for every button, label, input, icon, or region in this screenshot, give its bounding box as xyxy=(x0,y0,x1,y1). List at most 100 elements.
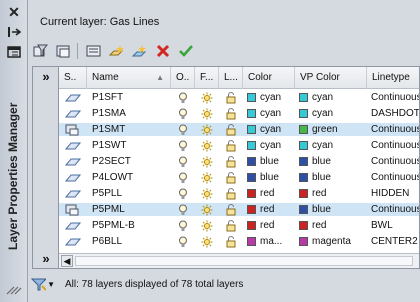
col-header-vp-color[interactable]: VP Color xyxy=(295,67,367,89)
bulb-on-icon[interactable] xyxy=(171,171,195,184)
layer-linetype[interactable]: DASHDOT xyxy=(367,107,419,120)
layer-row[interactable]: P1SMA cyan cyan DASHDOT xyxy=(59,107,419,120)
layer-color[interactable]: cyan xyxy=(243,107,295,120)
layer-row[interactable]: P5PML red blue Continuous xyxy=(59,203,419,216)
layer-row[interactable]: P1SMT cyan green Continuous xyxy=(59,123,419,136)
col-header-freeze[interactable]: F... xyxy=(195,67,219,89)
layer-name[interactable]: P1SMA xyxy=(87,107,171,120)
layer-name[interactable]: P4LOWT xyxy=(87,171,171,184)
layer-row[interactable]: P4LOWT blue blue Continuous xyxy=(59,171,419,184)
layer-row[interactable]: P1SFT cyan cyan Continuous xyxy=(59,91,419,104)
invert-filter-icon[interactable]: ▼ xyxy=(31,275,55,293)
layer-linetype[interactable]: Continuous xyxy=(367,139,419,152)
sun-thawed-icon[interactable] xyxy=(195,155,219,168)
unlocked-icon[interactable] xyxy=(219,171,243,184)
layer-color[interactable]: ma... xyxy=(243,235,295,248)
bulb-on-icon[interactable] xyxy=(171,107,195,120)
layer-name[interactable]: P6BLL xyxy=(87,235,171,248)
layer-color[interactable]: red xyxy=(243,187,295,200)
col-header-color[interactable]: Color xyxy=(243,67,295,89)
chevron-down-icon[interactable]: ▼ xyxy=(47,280,55,289)
sun-thawed-icon[interactable] xyxy=(195,91,219,104)
layer-linetype[interactable]: Continuous xyxy=(367,203,419,216)
layer-linetype[interactable]: HIDDEN xyxy=(367,187,419,200)
set-current-icon[interactable] xyxy=(176,41,196,61)
delete-layer-icon[interactable] xyxy=(153,41,173,61)
layer-row[interactable]: P5PLL red red HIDDEN xyxy=(59,187,419,200)
sun-thawed-icon[interactable] xyxy=(195,107,219,120)
palette-titlebar[interactable]: ✕ Layer Properties Manager xyxy=(0,0,28,302)
unlocked-icon[interactable] xyxy=(219,187,243,200)
sun-thawed-icon[interactable] xyxy=(195,187,219,200)
sun-thawed-icon[interactable] xyxy=(195,123,219,136)
layer-linetype[interactable]: CENTER2 xyxy=(367,235,419,248)
close-icon[interactable]: ✕ xyxy=(5,4,23,20)
layer-linetype[interactable]: Continuous xyxy=(367,123,419,136)
scroll-thumb[interactable] xyxy=(75,256,413,266)
autohide-icon[interactable] xyxy=(5,24,23,40)
layer-color[interactable]: red xyxy=(243,219,295,232)
unlocked-icon[interactable] xyxy=(219,91,243,104)
sun-thawed-icon[interactable] xyxy=(195,235,219,248)
layer-vp-color[interactable]: red xyxy=(295,219,367,232)
unlocked-icon[interactable] xyxy=(219,139,243,152)
layer-name[interactable]: P1SFT xyxy=(87,91,171,104)
layer-name[interactable]: P5PML xyxy=(87,203,171,216)
scroll-left-icon[interactable]: ◀ xyxy=(61,255,73,267)
sun-thawed-icon[interactable] xyxy=(195,203,219,216)
layer-name[interactable]: P1SMT xyxy=(87,123,171,136)
bulb-on-icon[interactable] xyxy=(171,123,195,136)
layer-row[interactable]: P5PML-B red red BWL xyxy=(59,219,419,232)
col-header-lock[interactable]: L... xyxy=(219,67,243,89)
sun-thawed-icon[interactable] xyxy=(195,139,219,152)
unlocked-icon[interactable] xyxy=(219,107,243,120)
bulb-on-icon[interactable] xyxy=(171,219,195,232)
bulb-on-icon[interactable] xyxy=(171,91,195,104)
layer-vp-color[interactable]: blue xyxy=(295,203,367,216)
unlocked-icon[interactable] xyxy=(219,155,243,168)
layer-vp-color[interactable]: cyan xyxy=(295,139,367,152)
bulb-on-icon[interactable] xyxy=(171,155,195,168)
bulb-on-icon[interactable] xyxy=(171,187,195,200)
layer-row[interactable]: P2SECT blue blue Continuous xyxy=(59,155,419,168)
layer-color[interactable]: blue xyxy=(243,155,295,168)
layer-row[interactable]: P6BLL ma... magenta CENTER2 xyxy=(59,235,419,248)
layer-name[interactable]: P5PLL xyxy=(87,187,171,200)
unlocked-icon[interactable] xyxy=(219,203,243,216)
properties-menu-icon[interactable] xyxy=(5,44,23,60)
bulb-on-icon[interactable] xyxy=(171,203,195,216)
layer-name[interactable]: P1SWT xyxy=(87,139,171,152)
layer-color[interactable]: cyan xyxy=(243,123,295,136)
new-layer-icon[interactable] xyxy=(107,41,127,61)
layer-linetype[interactable]: Continuous xyxy=(367,155,419,168)
horizontal-scrollbar[interactable]: ◀ xyxy=(59,253,419,268)
layer-vp-color[interactable]: green xyxy=(295,123,367,136)
col-header-linetype[interactable]: Linetype xyxy=(367,67,419,89)
layer-states-manager-icon[interactable] xyxy=(84,41,104,61)
bulb-on-icon[interactable] xyxy=(171,139,195,152)
unlocked-icon[interactable] xyxy=(219,235,243,248)
grip-icon[interactable] xyxy=(4,284,24,298)
new-layer-vp-frozen-icon[interactable] xyxy=(130,41,150,61)
layer-vp-color[interactable]: cyan xyxy=(295,107,367,120)
layer-row[interactable]: P1SWT cyan cyan Continuous xyxy=(59,139,419,152)
layer-vp-color[interactable]: cyan xyxy=(295,91,367,104)
layer-vp-color[interactable]: magenta xyxy=(295,235,367,248)
layer-name[interactable]: P5PML-B xyxy=(87,219,171,232)
layer-color[interactable]: cyan xyxy=(243,139,295,152)
layer-vp-color[interactable]: blue xyxy=(295,171,367,184)
expand-filter-tree-bottom-icon[interactable]: » xyxy=(36,251,56,269)
layer-vp-color[interactable]: blue xyxy=(295,155,367,168)
layer-linetype[interactable]: BWL xyxy=(367,219,419,232)
new-group-filter-icon[interactable] xyxy=(54,41,74,61)
new-property-filter-icon[interactable] xyxy=(31,41,51,61)
expand-filter-tree-icon[interactable]: » xyxy=(36,69,56,87)
layer-color[interactable]: cyan xyxy=(243,91,295,104)
col-header-on[interactable]: O.. xyxy=(171,67,195,89)
layer-name[interactable]: P2SECT xyxy=(87,155,171,168)
bulb-on-icon[interactable] xyxy=(171,235,195,248)
layer-vp-color[interactable]: red xyxy=(295,187,367,200)
sun-thawed-icon[interactable] xyxy=(195,171,219,184)
col-header-name[interactable]: Name ▲ xyxy=(87,67,171,89)
layer-linetype[interactable]: Continuous xyxy=(367,171,419,184)
